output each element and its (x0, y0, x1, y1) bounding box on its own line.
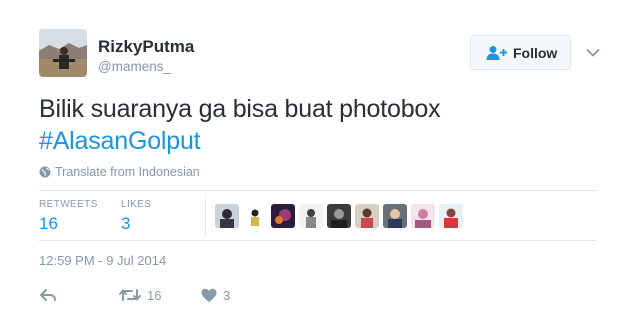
likes-label: LIKES (121, 199, 152, 210)
tweet-text-line: Bilik suaranya ga bisa buat photobox (39, 95, 441, 123)
tweet-hashtag-link[interactable]: #AlasanGolput (39, 125, 599, 157)
user-handle[interactable]: @mamens_ (98, 59, 171, 74)
divider (39, 190, 597, 191)
liker-avatar[interactable] (355, 204, 379, 228)
retweets-count: 16 (39, 214, 58, 233)
likes-count: 3 (121, 214, 131, 233)
follow-person-plus-icon (486, 45, 508, 61)
liker-avatar[interactable] (383, 204, 407, 228)
tweet-text: Bilik suaranya ga bisa buat photobox #Al… (39, 93, 599, 157)
liker-avatar[interactable] (411, 204, 435, 228)
retweet-button[interactable]: 16 (119, 287, 161, 303)
follow-button[interactable]: Follow (470, 35, 571, 70)
reply-button[interactable] (39, 287, 57, 303)
like-button[interactable]: 3 (201, 287, 230, 303)
retweets-label: RETWEETS (39, 199, 98, 210)
likes-stat[interactable]: LIKES 3 (121, 199, 151, 234)
follow-button-label: Follow (513, 44, 558, 61)
stats-separator (205, 198, 206, 236)
liker-avatar[interactable] (327, 204, 351, 228)
user-avatar[interactable] (39, 29, 87, 77)
chevron-down-icon[interactable] (586, 45, 600, 57)
tweet-card: RizkyPutma @mamens_ Follow Bilik suarany… (0, 0, 637, 333)
liker-avatar[interactable] (299, 204, 323, 228)
liker-avatar[interactable] (243, 204, 267, 228)
translate-link[interactable]: Translate from Indonesian (39, 165, 200, 179)
liker-avatar[interactable] (215, 204, 239, 228)
retweet-action-count: 16 (147, 287, 162, 303)
like-action-count: 3 (223, 287, 231, 303)
likers-avatar-list (215, 204, 463, 228)
translate-label: Translate from Indonesian (55, 165, 200, 179)
heart-icon (201, 287, 217, 303)
tweet-timestamp[interactable]: 12:59 PM - 9 Jul 2014 (39, 253, 166, 268)
liker-avatar[interactable] (439, 204, 463, 228)
reply-icon (39, 287, 57, 303)
liker-avatar[interactable] (271, 204, 295, 228)
retweets-stat[interactable]: RETWEETS 16 (39, 199, 98, 234)
user-display-name[interactable]: RizkyPutma (98, 37, 194, 57)
divider (39, 240, 597, 241)
globe-icon (39, 166, 51, 178)
retweet-icon (119, 287, 141, 303)
